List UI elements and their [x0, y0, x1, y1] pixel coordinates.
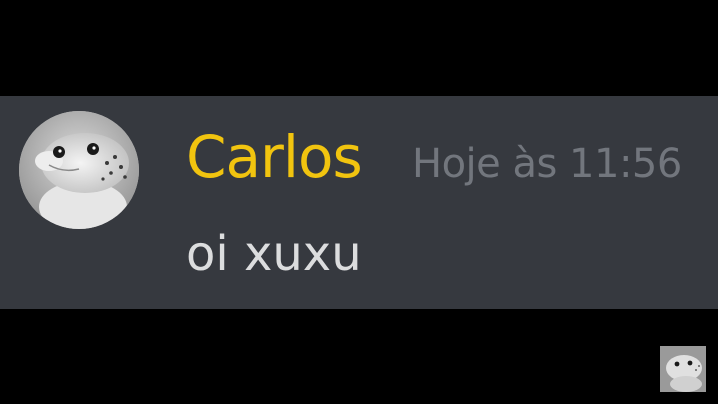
avatar[interactable] — [19, 111, 139, 229]
gecko-thumbnail-icon — [660, 346, 706, 392]
video-thumbnail — [660, 346, 706, 392]
message-timestamp: Hoje às 11:56 — [412, 141, 682, 187]
message-author[interactable]: Carlos — [186, 122, 363, 192]
gecko-avatar-icon — [19, 111, 139, 229]
message-content: oi xuxu — [186, 226, 362, 282]
chat-message: Carlos Hoje às 11:56 oi xuxu — [0, 96, 718, 309]
